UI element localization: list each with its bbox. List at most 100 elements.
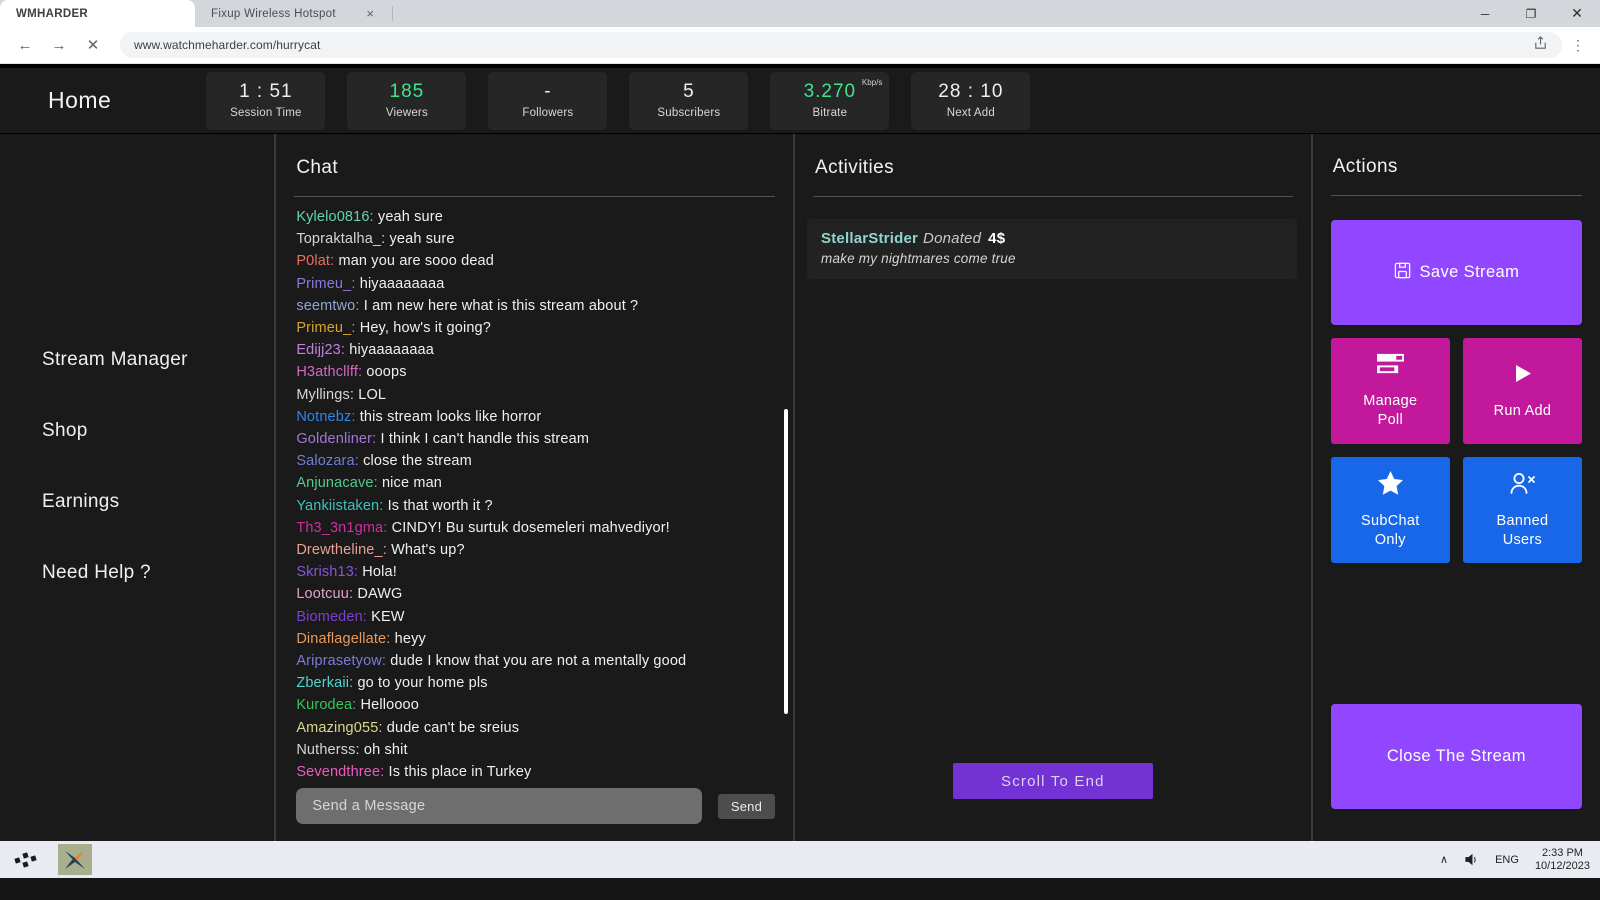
browser-toolbar: ← → ✕ www.watchmeharder.com/hurrycat ⋮	[0, 27, 1600, 64]
chat-username[interactable]: Skrish13:	[296, 564, 358, 580]
chat-username[interactable]: Notnebz:	[296, 409, 355, 425]
banned-users-button[interactable]: Banned Users	[1462, 457, 1582, 563]
sidebar-item-label: Earnings	[42, 490, 120, 512]
chat-message: Myllings: LOL	[296, 384, 775, 406]
browser-tab-active[interactable]: WMHARDER	[0, 0, 195, 27]
minimize-icon[interactable]: ─	[1462, 0, 1508, 27]
stream-app-icon[interactable]	[58, 844, 92, 875]
stat-session-time: 1 : 51 Session Time	[206, 71, 326, 130]
chat-message-list[interactable]: Kylelo0816: yeah sure Topraktalha_: yeah …	[276, 197, 793, 779]
forward-icon[interactable]: →	[44, 30, 74, 60]
chat-username[interactable]: Yankiistaken:	[296, 498, 383, 514]
chat-username[interactable]: Zberkaii:	[296, 675, 353, 691]
chat-message: P0lat: man you are sooo dead	[296, 250, 775, 272]
scroll-to-end-button[interactable]: Scroll To End	[952, 763, 1153, 799]
chat-text: Hola!	[358, 564, 397, 581]
chat-text: oh shit	[359, 741, 408, 758]
chat-username[interactable]: Sevendthree:	[296, 764, 384, 779]
taskbar: ∧ ENG 2:33 PM 10/12/2023	[0, 841, 1600, 878]
star-icon	[1377, 470, 1404, 502]
stat-value: -	[544, 81, 552, 103]
chat-text: I am new here what is this stream about …	[359, 297, 639, 314]
stat-bitrate: Kbp/s 3.270 Bitrate	[770, 71, 890, 130]
list-item[interactable]: StellarStrider Donated 4$ make my nightmar…	[807, 219, 1297, 279]
chat-username[interactable]: Ariprasetyow:	[296, 653, 386, 669]
maximize-icon[interactable]: ❐	[1508, 0, 1554, 27]
browser-tab-inactive[interactable]: Fixup Wireless Hotspot ×	[195, 0, 390, 27]
chat-text: Hey, how's it going?	[355, 320, 491, 337]
close-stream-button[interactable]: Close The Stream	[1330, 704, 1582, 809]
send-button[interactable]: Send	[717, 793, 776, 819]
address-bar[interactable]: www.watchmeharder.com/hurrycat	[120, 32, 1562, 58]
chat-username[interactable]: Goldenliner:	[296, 431, 376, 447]
sidebar-item-need-help[interactable]: Need Help ?	[0, 537, 274, 608]
chat-username[interactable]: Amazing055:	[296, 720, 382, 736]
action-tiles-grid: Manage Poll Run Add SubChat Only Banned …	[1330, 338, 1582, 563]
chat-message: Zberkaii: go to your home pls	[296, 672, 775, 694]
divider	[1330, 195, 1582, 196]
user-remove-icon	[1508, 471, 1536, 502]
manage-poll-button[interactable]: Manage Poll	[1330, 338, 1450, 444]
chat-text: CINDY! Bu surtuk dosemeleri mahvediyor!	[387, 519, 670, 536]
stat-value: 3.270	[803, 81, 857, 103]
chat-username[interactable]: P0lat:	[296, 253, 334, 269]
sidebar-item-stream-manager[interactable]: Stream Manager	[0, 324, 274, 395]
chat-username[interactable]: Salozara:	[296, 453, 359, 469]
chat-scrollbar-thumb[interactable]	[784, 409, 789, 714]
clock[interactable]: 2:33 PM 10/12/2023	[1535, 847, 1590, 873]
task-view-icon[interactable]	[10, 844, 44, 875]
close-window-icon[interactable]: ✕	[1554, 0, 1600, 27]
stat-label: Followers	[522, 106, 574, 119]
stat-value: 185	[389, 81, 425, 103]
back-icon[interactable]: ←	[10, 30, 40, 60]
chat-username[interactable]: Th3_3n1gma:	[296, 520, 387, 536]
chat-username[interactable]: Primeu_:	[296, 320, 355, 336]
run-add-label: Run Add	[1493, 403, 1552, 419]
chat-username[interactable]: Biomeden:	[296, 609, 367, 625]
page-title: Home	[48, 87, 112, 113]
manage-poll-label: Manage Poll	[1363, 393, 1418, 428]
tab-title: Fixup Wireless Hotspot	[211, 7, 336, 20]
chat-username[interactable]: H3athcllff:	[296, 364, 362, 380]
chat-username[interactable]: Anjunacave:	[296, 475, 377, 491]
activity-user: StellarStrider	[821, 230, 919, 247]
subchat-only-button[interactable]: SubChat Only	[1330, 457, 1450, 563]
activity-message: make my nightmares come true	[821, 251, 1016, 266]
chat-username[interactable]: Lootcuu:	[296, 586, 353, 602]
chat-panel: Chat Kylelo0816: yeah sure Topraktalha_: …	[276, 134, 794, 841]
save-stream-button[interactable]: Save Stream	[1330, 220, 1582, 325]
browser-menu-icon[interactable]: ⋮	[1566, 37, 1590, 54]
chat-username[interactable]: Kylelo0816:	[296, 209, 373, 225]
chat-message: Nutherss: oh shit	[296, 739, 775, 761]
share-icon[interactable]	[1533, 36, 1548, 54]
sidebar-item-earnings[interactable]: Earnings	[0, 466, 274, 537]
chat-message-input[interactable]	[296, 788, 702, 824]
save-disk-icon	[1393, 261, 1412, 285]
chat-username[interactable]: Myllings:	[296, 387, 354, 403]
chat-message: Dinaflagellate: heyy	[296, 628, 775, 650]
close-icon[interactable]: ×	[366, 7, 374, 20]
chat-username[interactable]: Drewtheline_:	[296, 542, 387, 558]
chat-text: man you are sooo dead	[334, 253, 494, 270]
run-add-button[interactable]: Run Add	[1462, 338, 1582, 444]
chat-username[interactable]: Nutherss:	[296, 742, 359, 758]
actions-panel: Actions Save Stream Manage Poll Run Add …	[1312, 134, 1600, 841]
volume-icon[interactable]	[1464, 853, 1479, 866]
chat-username[interactable]: Edijj23:	[296, 342, 345, 358]
stop-loading-icon[interactable]: ✕	[78, 30, 108, 60]
chat-message: Biomeden: KEW	[296, 606, 775, 628]
language-indicator[interactable]: ENG	[1495, 854, 1519, 866]
chat-text: go to your home pls	[353, 675, 488, 692]
chat-username[interactable]: seemtwo:	[296, 298, 359, 314]
activity-header: StellarStrider Donated 4$	[821, 230, 1283, 247]
chat-username[interactable]: Primeu_:	[296, 276, 355, 292]
chat-message: Th3_3n1gma: CINDY! Bu surtuk dosemeleri …	[296, 517, 775, 539]
chevron-up-icon[interactable]: ∧	[1440, 853, 1448, 866]
sidebar-item-shop[interactable]: Shop	[0, 395, 274, 466]
chat-message: Salozara: close the stream	[296, 450, 775, 472]
chat-username[interactable]: Dinaflagellate:	[296, 631, 390, 647]
sidebar-item-label: Shop	[42, 419, 88, 441]
chat-username[interactable]: Kurodea:	[296, 697, 356, 713]
chat-scrollbar[interactable]	[784, 409, 789, 739]
chat-username[interactable]: Topraktalha_:	[296, 231, 385, 247]
